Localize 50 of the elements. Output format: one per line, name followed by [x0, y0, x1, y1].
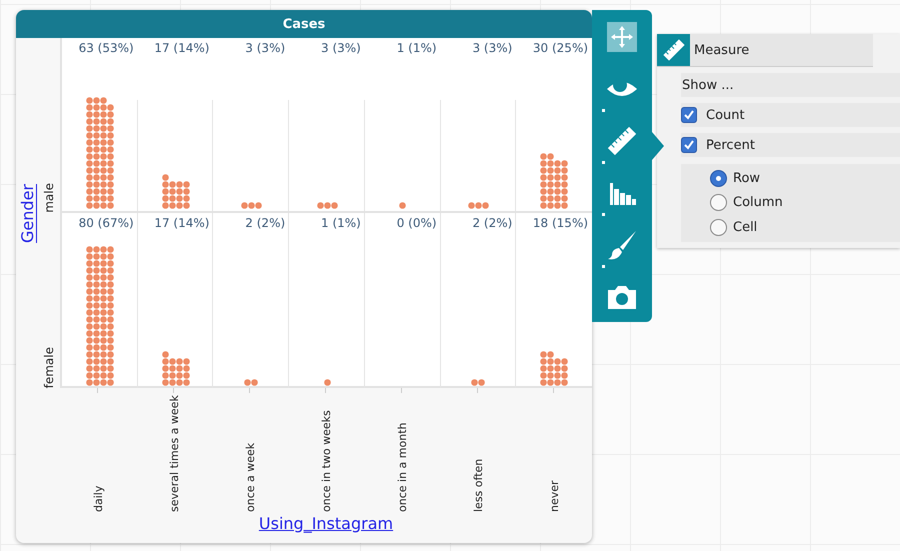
- count-label: 3 (3%): [472, 40, 514, 55]
- count-label: 2 (2%): [245, 215, 286, 230]
- dot-stack: [324, 379, 331, 386]
- column-label: once in a month: [396, 422, 408, 512]
- row-label: female: [42, 346, 56, 388]
- dot-stack: [162, 174, 190, 209]
- checkbox-label[interactable]: Count: [706, 108, 745, 122]
- count-label: 18 (15%): [532, 215, 590, 230]
- dot-stack: [399, 202, 406, 209]
- column-label: less often: [472, 458, 484, 512]
- checkbox-label[interactable]: Percent: [706, 138, 755, 152]
- panel-title: Measure: [693, 42, 750, 58]
- checkbox[interactable]: [681, 107, 697, 123]
- count-label: 80 (67%): [78, 215, 135, 230]
- count-label: 17 (14%): [154, 40, 210, 55]
- column-label: never: [548, 479, 560, 512]
- dot-stack: [540, 351, 568, 386]
- count-label: 3 (3%): [321, 40, 362, 55]
- dot-stack: [240, 202, 262, 209]
- column-label: once a week: [244, 442, 256, 512]
- axis-attribute-link[interactable]: Using_Instagram: [258, 514, 394, 533]
- count-label: 17 (14%): [154, 215, 210, 230]
- radio-button[interactable]: [710, 170, 727, 188]
- dot-stack: [468, 202, 489, 209]
- radio-button[interactable]: [710, 218, 727, 236]
- dot-stack: [471, 379, 486, 386]
- dot-stack: [244, 379, 258, 386]
- count-label: 1 (1%): [321, 215, 362, 230]
- count-label: 30 (25%): [532, 40, 590, 55]
- axis-attribute-link[interactable]: Gender: [18, 184, 36, 242]
- radio-label[interactable]: Row: [733, 171, 760, 186]
- count-label: 63 (53%): [78, 40, 135, 55]
- count-label: 3 (3%): [245, 40, 286, 55]
- count-label: 2 (2%): [472, 215, 514, 230]
- column-label: daily: [92, 484, 104, 512]
- column-label: once in two weeks: [320, 409, 332, 512]
- column-label: several times a week: [168, 396, 180, 512]
- count-label: 0 (0%): [396, 215, 438, 230]
- checkbox[interactable]: [681, 137, 697, 153]
- radio-label[interactable]: Column: [733, 195, 783, 210]
- move-icon[interactable]: [604, 19, 640, 55]
- dot-stack: [162, 351, 190, 386]
- count-label: 1 (1%): [396, 40, 438, 55]
- radio-label[interactable]: Cell: [733, 220, 758, 235]
- row-label: male: [42, 182, 56, 213]
- dot-stack: [540, 153, 568, 209]
- dot-stack: [316, 202, 338, 209]
- title-bar: Cases: [16, 10, 592, 38]
- section-heading: Show ...: [682, 78, 734, 92]
- radio-button[interactable]: [710, 194, 727, 212]
